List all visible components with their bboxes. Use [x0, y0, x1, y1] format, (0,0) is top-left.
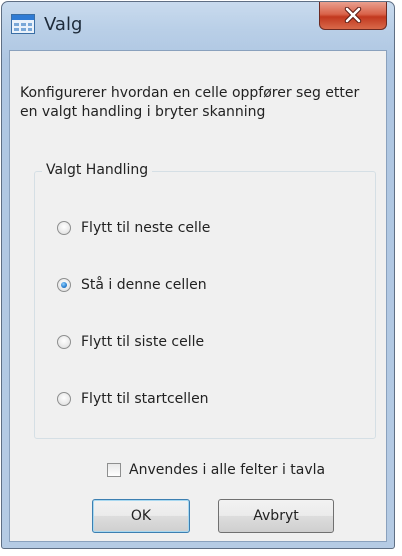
cancel-button[interactable]: Avbryt: [218, 499, 334, 533]
radio-label: Flytt til neste celle: [81, 220, 211, 236]
radio-button[interactable]: [57, 335, 71, 349]
description-text: Konfigurerer hvordan en celle oppfører s…: [20, 85, 360, 120]
radio-button[interactable]: [57, 221, 71, 235]
radio-label: Stå i denne cellen: [81, 277, 207, 293]
window-title: Valg: [44, 14, 83, 35]
close-button[interactable]: [319, 2, 387, 30]
radio-option-start-cell[interactable]: Flytt til startcellen: [57, 388, 209, 410]
apply-all-checkbox[interactable]: [107, 463, 121, 477]
app-icon: [11, 14, 35, 34]
radio-button[interactable]: [57, 278, 71, 292]
radio-button[interactable]: [57, 392, 71, 406]
dialog-window: Valg Konfigurerer hvordan en celle oppfø…: [1, 1, 395, 549]
radio-option-stay-cell[interactable]: Stå i denne cellen: [57, 274, 207, 296]
radio-option-last-cell[interactable]: Flytt til siste celle: [57, 331, 204, 353]
apply-all-checkbox-row[interactable]: Anvendes i alle felter i tavla: [107, 459, 325, 481]
radio-option-next-cell[interactable]: Flytt til neste celle: [57, 217, 210, 239]
radio-label: Flytt til startcellen: [81, 391, 209, 407]
radio-label: Flytt til siste celle: [81, 334, 205, 350]
close-icon: [344, 7, 362, 23]
ok-button[interactable]: OK: [92, 499, 190, 533]
apply-all-label: Anvendes i alle felter i tavla: [129, 462, 326, 478]
groupbox-label: Valgt Handling: [42, 162, 153, 178]
title-bar[interactable]: Valg: [2, 2, 394, 50]
dialog-client: Konfigurerer hvordan en celle oppfører s…: [9, 50, 387, 542]
